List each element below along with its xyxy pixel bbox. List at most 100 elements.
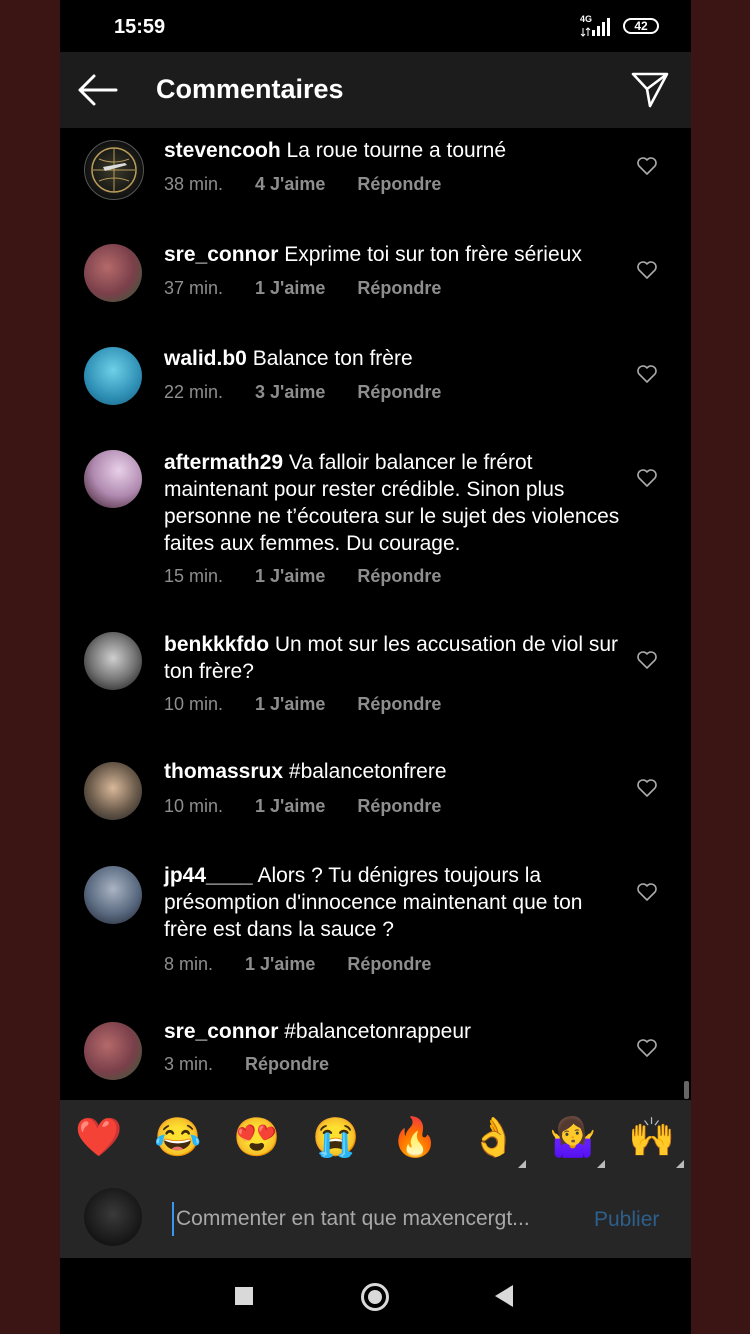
back-arrow-icon[interactable] [76,72,118,108]
user-avatar [84,1188,142,1246]
comment-username[interactable]: jp44____ [164,864,253,887]
send-icon[interactable] [630,70,670,110]
reply-button[interactable]: Répondre [357,796,441,816]
comment-time: 10 min. [164,796,224,816]
comment-text: thomassrux #balancetonfrere [164,758,620,785]
likes-count[interactable]: 4 J'aime [255,174,325,194]
battery-icon: 42 [623,18,659,34]
reply-button[interactable]: Répondre [245,1054,329,1074]
comment-text: walid.b0 Balance ton frère [164,345,620,372]
heart-icon[interactable] [636,364,658,384]
comment-body: #balancetonrappeur [284,1020,472,1043]
comment-meta: 37 min. 1 J'aime Répondre [164,278,473,299]
emoji-laugh-button[interactable]: 😂 [154,1114,202,1162]
comment-username[interactable]: stevencooh [164,139,281,162]
heart-icon[interactable] [636,260,658,280]
comment-username[interactable]: aftermath29 [164,451,283,474]
emoji-cry-button[interactable]: 😭 [312,1114,360,1162]
comment-text: benkkkfdo Un mot sur les accusation de v… [164,631,620,685]
avatar[interactable] [84,140,144,200]
comment-text: sre_connor #balancetonrappeur [164,1018,620,1045]
avatar[interactable] [84,762,142,820]
page-title: Commentaires [156,74,344,104]
emoji-heart-eyes-button[interactable]: 😍 [233,1114,281,1162]
heart-icon[interactable] [636,1038,658,1058]
comment-composer: Publier [60,1178,691,1258]
emoji-shrug-glyph: 🤷‍♀️ [549,1117,597,1159]
system-nav-bar [60,1258,691,1334]
avatar[interactable] [84,244,142,302]
emoji-heart-button[interactable]: ❤️ [75,1114,123,1162]
reply-button[interactable]: Répondre [357,694,441,714]
comment-meta: 3 min. Répondre [164,1054,361,1075]
comment-body: La roue tourne a tourné [286,139,507,162]
likes-count[interactable]: 1 J'aime [255,566,325,586]
emoji-quick-bar: ❤️ 😂 😍 😭 🔥 👌 🤷‍♀️ 🙌 [60,1100,691,1178]
avatar[interactable] [84,1022,142,1080]
comment-text: stevencooh La roue tourne a tourné [164,137,620,164]
comment-body: Balance ton frère [252,347,413,370]
status-time: 15:59 [114,16,166,38]
comment-meta: 8 min. 1 J'aime Répondre [164,954,463,975]
comment-time: 37 min. [164,278,224,298]
heart-icon[interactable] [636,882,658,902]
globe-icon [91,147,137,193]
comment-username[interactable]: sre_connor [164,1020,278,1043]
emoji-raised-hands-button[interactable]: 🙌 [628,1114,684,1168]
back-icon[interactable] [495,1285,513,1307]
comment-username[interactable]: benkkkfdo [164,633,269,656]
app-screen: 15:59 4G 42 Commentaires stevencooh La r… [60,0,691,1334]
heart-icon[interactable] [636,778,658,798]
heart-icon[interactable] [636,156,658,176]
comment-time: 3 min. [164,1054,214,1074]
heart-icon[interactable] [636,468,658,488]
comment-meta: 10 min. 1 J'aime Répondre [164,694,473,715]
signal-icon [580,18,610,37]
comment-text: jp44____ Alors ? Tu dénigres toujours la… [164,862,620,943]
comment-text: sre_connor Exprime toi sur ton frère sér… [164,241,620,268]
comment-input[interactable] [172,1202,576,1236]
comment-meta: 22 min. 3 J'aime Répondre [164,382,473,403]
heart-icon[interactable] [636,650,658,670]
reply-button[interactable]: Répondre [357,278,441,298]
recent-apps-icon[interactable] [235,1287,253,1305]
publish-button[interactable]: Publier [594,1208,659,1232]
comment-username[interactable]: thomassrux [164,760,283,783]
avatar[interactable] [84,866,142,924]
emoji-fire-button[interactable]: 🔥 [391,1114,439,1162]
reply-button[interactable]: Répondre [357,566,441,586]
likes-count[interactable]: 3 J'aime [255,382,325,402]
comment-list[interactable]: stevencooh La roue tourne a tourné 38 mi… [60,128,691,1100]
comment-meta: 15 min. 1 J'aime Répondre [164,566,473,587]
comment-time: 15 min. [164,566,224,586]
status-bar: 15:59 4G 42 [60,0,691,52]
home-icon[interactable] [361,1283,389,1311]
likes-count[interactable]: 1 J'aime [255,694,325,714]
reply-button[interactable]: Répondre [347,954,431,974]
comment-body: #balancetonfrere [288,760,447,783]
comment-time: 38 min. [164,174,224,194]
top-bar: Commentaires [60,52,691,128]
avatar[interactable] [84,450,142,508]
emoji-ok-hand-glyph: 👌 [470,1117,518,1159]
comment-meta: 38 min. 4 J'aime Répondre [164,174,473,195]
variant-indicator [518,1160,526,1168]
avatar[interactable] [84,347,142,405]
reply-button[interactable]: Répondre [357,382,441,402]
emoji-shrug-button[interactable]: 🤷‍♀️ [549,1114,605,1168]
comment-time: 8 min. [164,954,214,974]
likes-count[interactable]: 1 J'aime [245,954,315,974]
reply-button[interactable]: Répondre [357,174,441,194]
variant-indicator [597,1160,605,1168]
likes-count[interactable]: 1 J'aime [255,278,325,298]
likes-count[interactable]: 1 J'aime [255,796,325,816]
comment-time: 22 min. [164,382,224,402]
scrollbar[interactable] [684,1081,689,1099]
emoji-ok-hand-button[interactable]: 👌 [470,1114,526,1168]
comment-meta: 10 min. 1 J'aime Répondre [164,796,473,817]
comment-username[interactable]: walid.b0 [164,347,247,370]
avatar[interactable] [84,632,142,690]
emoji-raised-hands-glyph: 🙌 [628,1117,676,1159]
comment-username[interactable]: sre_connor [164,243,278,266]
variant-indicator [676,1160,684,1168]
